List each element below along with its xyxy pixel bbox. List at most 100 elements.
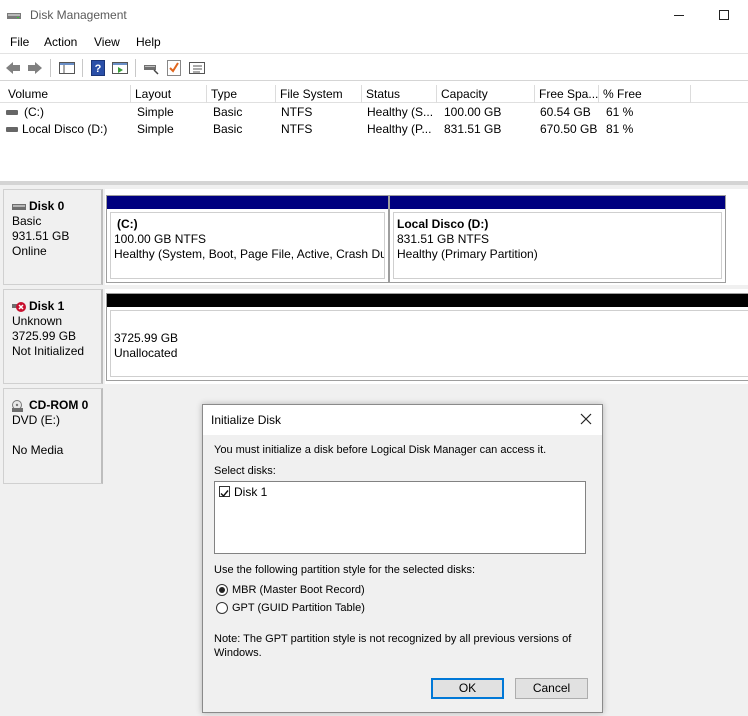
dialog-intro-text: You must initialize a disk before Logica… — [214, 444, 547, 456]
cancel-button[interactable]: Cancel — [515, 678, 588, 699]
column-header-status[interactable]: Status — [362, 85, 437, 103]
disk-0-state: Online — [12, 244, 47, 258]
cell-file-system: NTFS — [281, 122, 313, 136]
toolbar-separator — [82, 59, 83, 77]
cell-capacity: 831.51 GB — [444, 122, 502, 136]
volume-list-header: Volume Layout Type File System Status Ca… — [0, 85, 748, 103]
column-header-type[interactable]: Type — [207, 85, 276, 103]
disk-0-name: Disk 0 — [29, 199, 65, 213]
cell-status: Healthy (P... — [367, 122, 432, 136]
gpt-note-line-1: Note: The GPT partition style is not rec… — [214, 633, 572, 645]
unallocated-size: 3725.99 GB — [114, 331, 179, 345]
primary-partition-bar — [107, 196, 388, 209]
cell-percent-free: 61 % — [606, 105, 634, 119]
disk-1-size: 3725.99 GB — [12, 329, 77, 343]
settings-list-icon[interactable] — [188, 59, 206, 77]
mbr-radio[interactable] — [216, 584, 228, 596]
cdrom-0-name: CD-ROM 0 — [29, 398, 89, 412]
cdrom-0-type: DVD (E:) — [12, 413, 60, 427]
disk-1-label[interactable]: Disk 1 Unknown 3725.99 GB Not Initialize… — [3, 289, 103, 384]
cdrom-0-spacer — [12, 428, 101, 443]
cell-layout: Simple — [137, 122, 174, 136]
cell-free-space: 670.50 GB — [540, 122, 598, 136]
table-row[interactable]: (C:) Simple Basic NTFS Healthy (S... 100… — [0, 104, 748, 121]
ok-button[interactable]: OK — [431, 678, 504, 699]
menu-help[interactable]: Help — [136, 35, 161, 49]
disk-1-name: Disk 1 — [29, 299, 65, 313]
back-arrow-icon[interactable] — [4, 59, 22, 77]
window-title: Disk Management — [30, 8, 127, 22]
drive-icon — [6, 127, 18, 132]
column-header-file-system[interactable]: File System — [276, 85, 362, 103]
cell-capacity: 100.00 GB — [444, 105, 502, 119]
help-icon[interactable]: ? — [89, 59, 107, 77]
cell-layout: Simple — [137, 105, 174, 119]
dialog-title-bar: Initialize Disk — [203, 405, 602, 435]
disk-management-app-icon — [7, 13, 21, 19]
rescan-icon[interactable] — [142, 59, 160, 77]
cell-percent-free: 81 % — [606, 122, 634, 136]
maximize-button[interactable] — [719, 10, 729, 20]
partition-d[interactable]: Local Disco (D:) 831.51 GB NTFS Healthy … — [389, 195, 726, 283]
column-header-capacity[interactable]: Capacity — [437, 85, 535, 103]
initialize-disk-dialog: Initialize Disk You must initialize a di… — [202, 404, 603, 713]
menu-action[interactable]: Action — [44, 35, 77, 49]
toolbar-separator — [50, 59, 51, 77]
dialog-title: Initialize Disk — [211, 413, 282, 427]
cell-free-space: 60.54 GB — [540, 105, 591, 119]
table-row[interactable]: Local Disco (D:) Simple Basic NTFS Healt… — [0, 121, 748, 138]
disk-1-checkbox[interactable] — [219, 486, 230, 498]
partition-d-size: 831.51 GB NTFS — [397, 232, 490, 246]
drive-icon — [6, 110, 18, 115]
partition-c-status: Healthy (System, Boot, Page File, Active… — [114, 247, 385, 261]
console-tree-icon[interactable] — [58, 59, 76, 77]
menu-bar: File Action View Help — [0, 32, 748, 53]
gpt-radio[interactable] — [216, 602, 228, 614]
unallocated-status: Unallocated — [114, 346, 178, 360]
forward-arrow-icon[interactable] — [26, 59, 44, 77]
cdrom-icon — [12, 399, 23, 412]
column-header-layout[interactable]: Layout — [131, 85, 207, 103]
partition-d-status: Healthy (Primary Partition) — [397, 247, 538, 261]
partition-c-size: 100.00 GB NTFS — [114, 232, 207, 246]
toolbar-separator — [135, 59, 136, 77]
column-header-percent-free[interactable]: % Free — [599, 85, 691, 103]
disk-0-size: 931.51 GB — [12, 229, 70, 243]
column-header-volume[interactable]: Volume — [4, 85, 131, 103]
column-header-free-space[interactable]: Free Spa... — [535, 85, 599, 103]
cdrom-0-label[interactable]: CD-ROM 0 DVD (E:) No Media — [3, 388, 103, 484]
menu-file[interactable]: File — [10, 35, 29, 49]
disk-1-list-item[interactable]: Disk 1 — [234, 485, 267, 499]
menu-view[interactable]: View — [94, 35, 120, 49]
cell-volume: (C:) — [24, 105, 44, 119]
cell-status: Healthy (S... — [367, 105, 434, 119]
unallocated-space[interactable]: 3725.99 GB Unallocated — [106, 293, 748, 381]
checklist-icon[interactable] — [165, 59, 183, 77]
disk-1-type: Unknown — [12, 314, 63, 328]
cell-file-system: NTFS — [281, 105, 313, 119]
cdrom-0-state: No Media — [12, 443, 64, 457]
disk-0-label[interactable]: Disk 0 Basic 931.51 GB Online — [3, 189, 103, 285]
mbr-option-label[interactable]: MBR (Master Boot Record) — [232, 584, 365, 596]
partition-d-label: Local Disco (D:) — [397, 217, 489, 231]
disk-error-icon — [12, 301, 26, 312]
disk-0-type: Basic — [12, 214, 42, 228]
minimize-button[interactable] — [674, 15, 684, 16]
checkmark-icon — [220, 490, 229, 498]
gpt-option-label[interactable]: GPT (GUID Partition Table) — [232, 602, 365, 614]
disk-1-state: Not Initialized — [12, 344, 85, 358]
disk-select-list[interactable]: Disk 1 — [214, 481, 586, 554]
toolbar: ? — [0, 53, 748, 81]
title-bar: Disk Management — [0, 0, 748, 32]
partition-c[interactable]: (C:) 100.00 GB NTFS Healthy (System, Boo… — [106, 195, 389, 283]
close-icon[interactable] — [580, 413, 592, 425]
cell-type: Basic — [213, 105, 243, 119]
properties-icon[interactable] — [111, 59, 129, 77]
partition-style-label: Use the following partition style for th… — [214, 564, 476, 576]
svg-text:?: ? — [95, 63, 102, 75]
select-disks-label: Select disks: — [214, 465, 276, 477]
cell-volume: Local Disco (D:) — [22, 122, 108, 136]
primary-partition-bar — [390, 196, 725, 209]
gpt-note-line-2: Windows. — [214, 647, 262, 659]
unallocated-bar — [107, 294, 748, 307]
